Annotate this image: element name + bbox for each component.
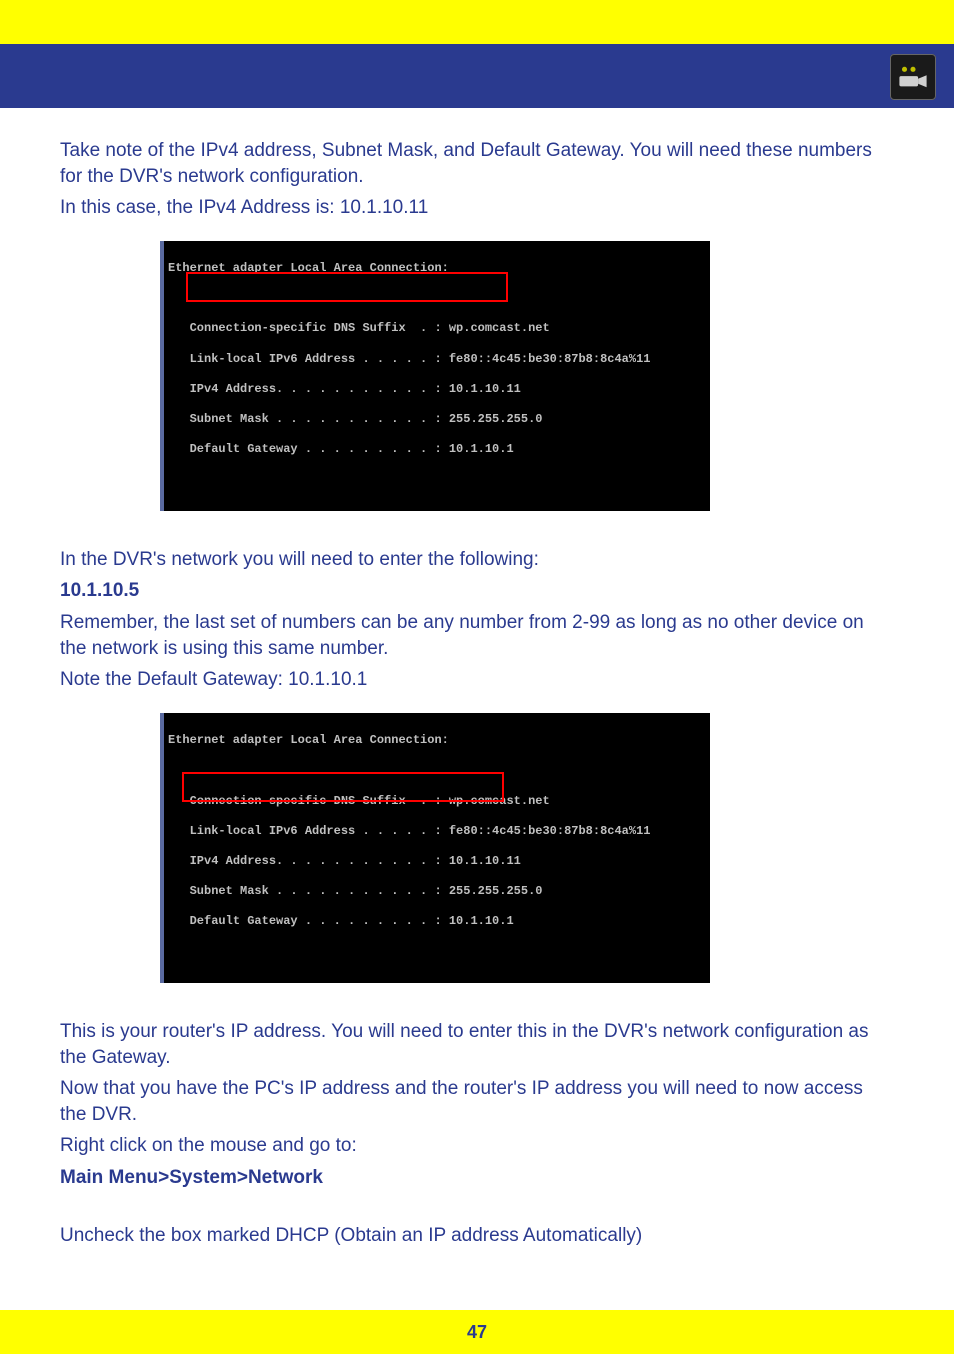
- cmd1-row-0: Connection-specific DNS Suffix . : wp.co…: [168, 321, 704, 335]
- cmd2-title: Ethernet adapter Local Area Connection:: [168, 733, 704, 747]
- footer-bar: 47: [0, 1310, 954, 1354]
- trailing-paragraph-2: Right click on the mouse and go to:: [60, 1133, 894, 1159]
- cmd2-row-3: Subnet Mask . . . . . . . . . . . : 255.…: [168, 884, 704, 898]
- cmd2-row-1: Link-local IPv6 Address . . . . . : fe80…: [168, 824, 704, 838]
- trailing-paragraph-3: Main Menu>System>Network: [60, 1165, 894, 1191]
- header-blue-bar: [0, 44, 954, 108]
- mid-paragraph-0: In the DVR's network you will need to en…: [60, 547, 894, 573]
- cmd1-row-4: Default Gateway . . . . . . . . . : 10.1…: [168, 442, 704, 456]
- cmd2-row-2: IPv4 Address. . . . . . . . . . . : 10.1…: [168, 854, 704, 868]
- mid-paragraph-1: 10.1.10.5: [60, 578, 894, 604]
- trailing-paragraph-0: This is your router's IP address. You wi…: [60, 1019, 894, 1070]
- top-yellow-bar: [0, 0, 954, 44]
- trailing-paragraph-1: Now that you have the PC's IP address an…: [60, 1076, 894, 1127]
- trailing-paragraph-4: Uncheck the box marked DHCP (Obtain an I…: [60, 1223, 894, 1249]
- cmd1-row-2: IPv4 Address. . . . . . . . . . . : 10.1…: [168, 382, 704, 396]
- intro-paragraph-1: Take note of the IPv4 address, Subnet Ma…: [60, 138, 894, 189]
- cmd2-row-0: Connection-specific DNS Suffix . : wp.co…: [168, 794, 704, 808]
- page-number: 47: [467, 1322, 487, 1343]
- cmd1-row-1: Link-local IPv6 Address . . . . . : fe80…: [168, 352, 704, 366]
- cmd2-row-4: Default Gateway . . . . . . . . . : 10.1…: [168, 914, 704, 928]
- cmd1-title: Ethernet adapter Local Area Connection:: [168, 261, 704, 275]
- intro-paragraph-2: In this case, the IPv4 Address is: 10.1.…: [60, 195, 894, 221]
- cmd-output-1: Ethernet adapter Local Area Connection: …: [160, 241, 710, 511]
- mid-paragraph-2: Remember, the last set of numbers can be…: [60, 610, 894, 661]
- mid-paragraph-3: Note the Default Gateway: 10.1.10.1: [60, 667, 894, 693]
- document-body: Take note of the IPv4 address, Subnet Ma…: [0, 108, 954, 1248]
- cmd-output-2: Ethernet adapter Local Area Connection: …: [160, 713, 710, 983]
- cmd1-row-3: Subnet Mask . . . . . . . . . . . : 255.…: [168, 412, 704, 426]
- dvr-camera-icon: [890, 54, 936, 100]
